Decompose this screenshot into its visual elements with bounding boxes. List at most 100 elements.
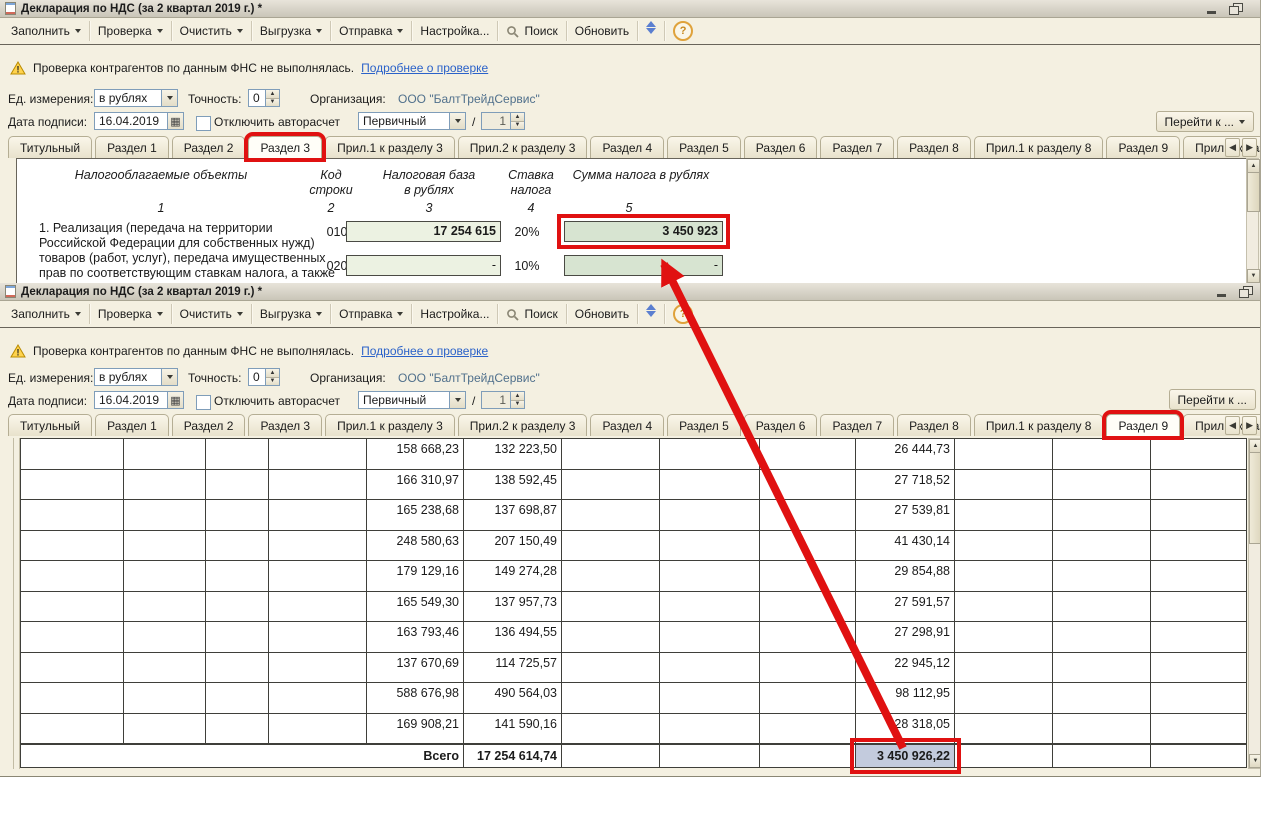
row1-tax-sum-cell[interactable]: 3 450 923 (564, 221, 723, 242)
grid-cell[interactable] (660, 469, 760, 500)
grid-cell[interactable] (1151, 469, 1247, 500)
vat-amount-cell[interactable]: 27 591,57 (856, 591, 955, 622)
scroll-up-icon[interactable]: ▲ (1249, 439, 1261, 453)
grid-row[interactable]: 158 668,23132 223,5026 444,73 (21, 439, 1247, 470)
grid-cell[interactable] (21, 652, 124, 683)
grid-cell[interactable] (269, 500, 367, 531)
grid-cell[interactable] (1151, 744, 1247, 768)
tab-item[interactable]: Раздел 5 (667, 136, 741, 158)
vat-amount-cell[interactable]: 28 318,05 (856, 713, 955, 744)
grid-cell[interactable] (206, 469, 269, 500)
grid-cell[interactable] (269, 713, 367, 744)
cost-with-vat-cell[interactable]: 165 238,68 (367, 500, 464, 531)
total-vat-cell[interactable]: 3 450 926,22 (856, 744, 955, 768)
tab-item[interactable]: Раздел 7 (820, 414, 894, 436)
grid-cell[interactable] (269, 530, 367, 561)
grid-cell[interactable] (660, 439, 760, 470)
grid-cell[interactable] (206, 713, 269, 744)
calendar-icon[interactable]: ▦ (167, 392, 183, 408)
row1-tax-base-cell[interactable]: 17 254 615 (346, 221, 501, 242)
grid-cell[interactable] (1053, 439, 1151, 470)
cost-without-vat-cell[interactable]: 149 274,28 (464, 561, 562, 592)
tab-item[interactable]: Раздел 1 (95, 136, 169, 158)
vat-amount-cell[interactable]: 27 718,52 (856, 469, 955, 500)
grid-cell[interactable] (1053, 591, 1151, 622)
grid-cell[interactable] (269, 561, 367, 592)
goto-button[interactable]: Перейти к ... (1156, 111, 1254, 132)
cost-with-vat-cell[interactable]: 179 129,16 (367, 561, 464, 592)
grid-cell[interactable] (124, 469, 206, 500)
grid-cell[interactable] (206, 561, 269, 592)
grid-cell[interactable] (124, 622, 206, 653)
grid-cell[interactable] (1151, 561, 1247, 592)
vat-amount-cell[interactable]: 26 444,73 (856, 439, 955, 470)
grid-row[interactable]: 179 129,16149 274,2829 854,88 (21, 561, 1247, 592)
grid-cell[interactable] (21, 561, 124, 592)
export-button[interactable]: Выгрузка (252, 304, 330, 324)
tab-item[interactable]: Раздел 5 (667, 414, 741, 436)
tab-item[interactable]: Прил.1 к разделу 8 (974, 136, 1104, 158)
cost-without-vat-cell[interactable]: 490 564,03 (464, 683, 562, 714)
cost-with-vat-cell[interactable]: 169 908,21 (367, 713, 464, 744)
grid-cell[interactable] (206, 622, 269, 653)
chevron-down-icon[interactable] (161, 369, 177, 385)
grid-cell[interactable] (760, 469, 856, 500)
vat-amount-cell[interactable]: 22 945,12 (856, 652, 955, 683)
grid-cell[interactable] (660, 744, 760, 768)
precision-stepper[interactable]: 0▲▼ (248, 368, 280, 386)
grid-cell[interactable] (562, 744, 660, 768)
grid-cell[interactable] (955, 591, 1053, 622)
clear-button[interactable]: Очистить (172, 21, 251, 41)
scroll-down-icon[interactable]: ▼ (1247, 269, 1260, 283)
settings-button[interactable]: Настройка... (412, 21, 497, 41)
grid-cell[interactable] (1053, 652, 1151, 683)
grid-row[interactable]: 163 793,46136 494,5527 298,91 (21, 622, 1247, 653)
verify-button[interactable]: Проверка (90, 21, 171, 41)
vat-amount-cell[interactable]: 41 430,14 (856, 530, 955, 561)
scrollbar-thumb[interactable] (1247, 172, 1260, 212)
grid-cell[interactable] (124, 500, 206, 531)
tab-item[interactable]: Прил.1 к разделу 3 (325, 136, 455, 158)
grid-row[interactable]: 248 580,63207 150,4941 430,14 (21, 530, 1247, 561)
tab-item[interactable]: Раздел 2 (172, 136, 246, 158)
tab-item[interactable]: Раздел 8 (897, 414, 971, 436)
grid-cell[interactable] (660, 591, 760, 622)
tab-item[interactable]: Раздел 9 (1106, 136, 1180, 158)
chevron-down-icon[interactable] (449, 113, 465, 129)
tab-scroll-right-icon[interactable]: ▶ (1242, 416, 1257, 435)
help-button[interactable]: ? (665, 304, 701, 324)
goto-button[interactable]: Перейти к ... (1169, 389, 1256, 410)
tab-scroll-right-icon[interactable]: ▶ (1242, 138, 1257, 157)
grid-cell[interactable] (660, 683, 760, 714)
grid-row[interactable]: 165 549,30137 957,7327 591,57 (21, 591, 1247, 622)
tab-item[interactable]: Раздел 6 (744, 136, 818, 158)
grid-cell[interactable] (760, 439, 856, 470)
warning-details-link[interactable]: Подробнее о проверке (361, 344, 488, 358)
grid-cell[interactable] (660, 561, 760, 592)
sign-date-field[interactable]: 16.04.2019▦ (94, 112, 184, 130)
help-button[interactable]: ? (665, 21, 701, 41)
calendar-icon[interactable]: ▦ (167, 113, 183, 129)
grid-cell[interactable] (206, 500, 269, 531)
tab-item[interactable]: Раздел 1 (95, 414, 169, 436)
grid-cell[interactable] (1053, 469, 1151, 500)
grid-cell[interactable] (562, 439, 660, 470)
grid-cell[interactable] (1151, 591, 1247, 622)
tab-item[interactable]: Прил.1 к разделу 3 (325, 414, 455, 436)
row2-tax-base-cell[interactable]: - (346, 255, 501, 276)
total-cost-without-vat-cell[interactable]: 17 254 614,74 (464, 744, 562, 768)
grid-cell[interactable] (21, 683, 124, 714)
unit-select[interactable]: в рублях (94, 368, 178, 386)
cost-without-vat-cell[interactable]: 136 494,55 (464, 622, 562, 653)
cost-with-vat-cell[interactable]: 588 676,98 (367, 683, 464, 714)
grid-cell[interactable] (206, 530, 269, 561)
grid-cell[interactable] (562, 561, 660, 592)
refresh-button[interactable]: Обновить (567, 304, 637, 324)
autocalc-checkbox[interactable] (196, 395, 211, 410)
tab-item[interactable]: Раздел 8 (897, 136, 971, 158)
search-button[interactable]: Поиск (498, 21, 565, 41)
grid-cell[interactable] (562, 530, 660, 561)
scrollbar-vertical[interactable]: ▲ ▼ (1246, 158, 1259, 283)
tab-item[interactable]: Раздел 4 (590, 414, 664, 436)
grid-cell[interactable] (206, 439, 269, 470)
